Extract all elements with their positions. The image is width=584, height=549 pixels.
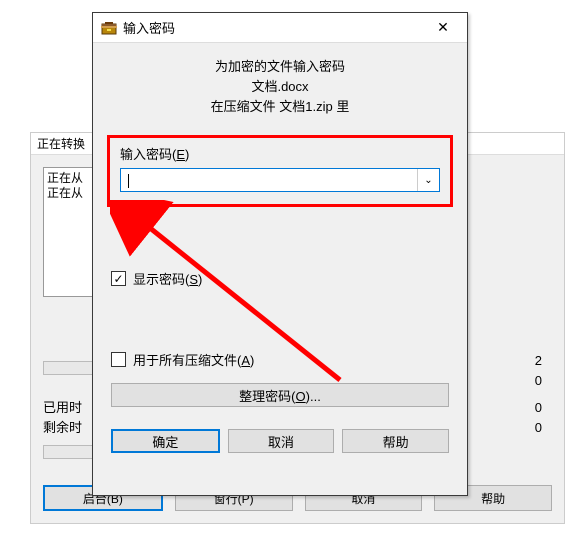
close-icon: ✕ xyxy=(437,19,449,36)
pw-title-text: 输入密码 xyxy=(123,18,421,37)
show-password-checkbox[interactable] xyxy=(111,271,126,286)
help-button[interactable]: 帮助 xyxy=(342,429,449,453)
bg-stats-right-1: 2 0 xyxy=(535,351,542,391)
text-cursor xyxy=(128,174,129,188)
use-for-all-checkbox[interactable] xyxy=(111,352,126,367)
password-input-highlight: 输入密码(E) ⌄ xyxy=(107,135,453,207)
password-dropdown-button[interactable]: ⌄ xyxy=(417,169,439,191)
show-password-label: 显示密码(S) xyxy=(133,269,202,288)
password-dialog: 输入密码 ✕ 为加密的文件输入密码 文档.docx 在压缩文件 文档1.zip … xyxy=(92,12,468,496)
bg-elapsed-value: 0 xyxy=(535,398,542,418)
bg-title: 正在转换 xyxy=(37,137,85,151)
pw-titlebar: 输入密码 ✕ xyxy=(93,13,467,43)
archive-app-icon xyxy=(101,20,117,36)
pw-button-row: 确定 取消 帮助 xyxy=(111,429,449,453)
bg-num: 0 xyxy=(535,371,542,391)
show-password-row[interactable]: 显示密码(S) xyxy=(111,269,449,288)
bg-elapsed-label: 已用时 xyxy=(43,398,82,418)
pw-header-text: 为加密的文件输入密码 文档.docx 在压缩文件 文档1.zip 里 xyxy=(111,57,449,117)
ok-button[interactable]: 确定 xyxy=(111,429,220,453)
bg-progress-bar-1 xyxy=(43,361,98,375)
bg-remaining-value: 0 xyxy=(535,418,542,438)
close-button[interactable]: ✕ xyxy=(421,14,465,42)
bg-progress-bar-2 xyxy=(43,445,98,459)
pw-header-line2: 文档.docx xyxy=(111,77,449,97)
bg-num: 2 xyxy=(535,351,542,371)
pw-header-line1: 为加密的文件输入密码 xyxy=(111,57,449,77)
pw-header-line3: 在压缩文件 文档1.zip 里 xyxy=(111,97,449,117)
password-input-wrap[interactable]: ⌄ xyxy=(120,168,440,192)
bg-time-labels: 已用时 剩余时 xyxy=(43,398,82,438)
chevron-down-icon: ⌄ xyxy=(424,175,432,186)
use-for-all-row[interactable]: 用于所有压缩文件(A) xyxy=(111,350,449,369)
cancel-button[interactable]: 取消 xyxy=(228,429,335,453)
password-input[interactable] xyxy=(121,169,417,191)
password-label: 输入密码(E) xyxy=(120,144,440,163)
bg-stats-right-2: 0 0 xyxy=(535,398,542,438)
bg-remaining-label: 剩余时 xyxy=(43,418,82,438)
pw-body: 为加密的文件输入密码 文档.docx 在压缩文件 文档1.zip 里 输入密码(… xyxy=(93,43,467,467)
manage-passwords-button[interactable]: 整理密码(O)... xyxy=(111,383,449,407)
use-for-all-label: 用于所有压缩文件(A) xyxy=(133,350,254,369)
